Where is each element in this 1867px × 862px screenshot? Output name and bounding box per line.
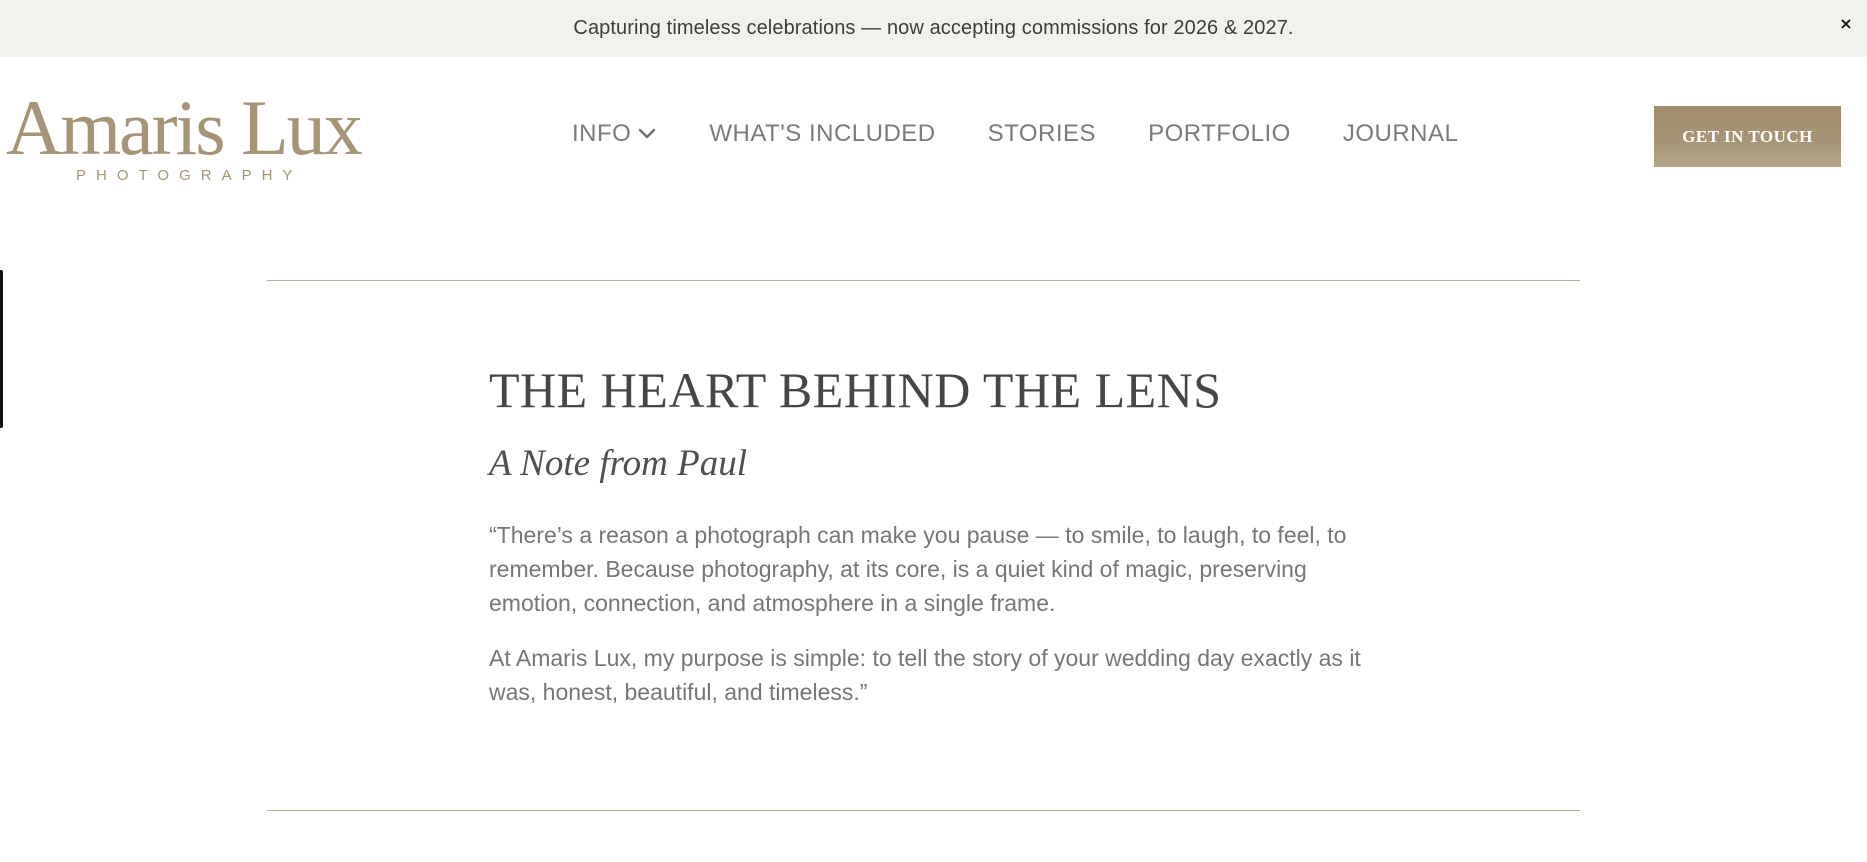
quote-paragraph-2: At Amaris Lux, my purpose is simple: to … bbox=[489, 645, 1361, 705]
nav-item-journal[interactable]: JOURNAL bbox=[1343, 120, 1459, 148]
close-icon[interactable]: × bbox=[1835, 12, 1857, 34]
side-tab-handle[interactable] bbox=[0, 270, 3, 428]
main-nav: INFO WHAT'S INCLUDED STORIES PORTFOLIO J… bbox=[572, 120, 1458, 148]
nav-item-label: PORTFOLIO bbox=[1148, 120, 1291, 147]
cta-label: GET IN TOUCH bbox=[1682, 126, 1813, 146]
announcement-text: Capturing timeless celebrations — now ac… bbox=[573, 17, 1294, 39]
nav-item-info[interactable]: INFO bbox=[572, 120, 657, 148]
site-header: Amaris Lux PHOTOGRAPHY INFO WHAT'S INCLU… bbox=[0, 57, 1867, 217]
announcement-bar: Capturing timeless celebrations — now ac… bbox=[0, 0, 1867, 57]
nav-item-label: JOURNAL bbox=[1342, 120, 1459, 147]
nav-item-label: WHAT'S INCLUDED bbox=[709, 120, 936, 147]
nav-item-stories[interactable]: STORIES bbox=[988, 120, 1096, 148]
nav-item-label: INFO bbox=[572, 120, 632, 147]
quote-paragraph-1: “There’s a reason a photograph can make … bbox=[489, 522, 1347, 616]
about-section: THE HEART BEHIND THE LENS A Note from Pa… bbox=[489, 360, 1369, 709]
chevron-down-icon bbox=[639, 128, 656, 139]
brand-logo[interactable]: Amaris Lux PHOTOGRAPHY bbox=[6, 84, 386, 185]
nav-item-portfolio[interactable]: PORTFOLIO bbox=[1148, 120, 1291, 148]
section-subtitle: A Note from Paul bbox=[489, 443, 747, 484]
section-title: THE HEART BEHIND THE LENS bbox=[489, 362, 1222, 418]
divider-bottom bbox=[267, 810, 1580, 811]
nav-item-whats-included[interactable]: WHAT'S INCLUDED bbox=[709, 120, 935, 148]
logo-wordmark: Amaris Lux bbox=[6, 84, 363, 171]
nav-item-label: STORIES bbox=[987, 120, 1097, 147]
divider-top bbox=[267, 280, 1580, 281]
get-in-touch-button[interactable]: GET IN TOUCH bbox=[1654, 106, 1841, 167]
